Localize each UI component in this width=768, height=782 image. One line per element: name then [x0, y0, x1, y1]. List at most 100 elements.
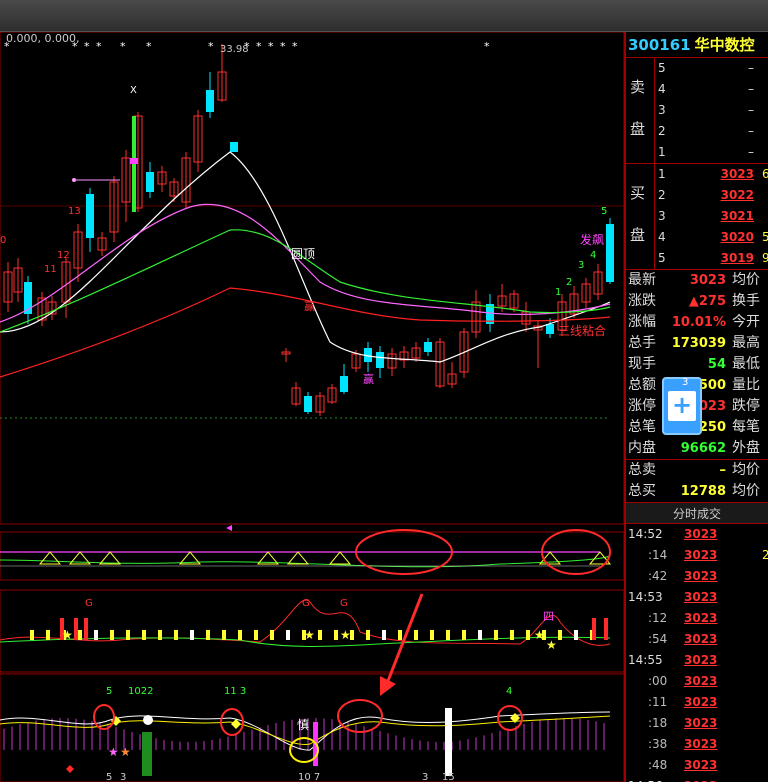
timesales-row[interactable]: 14:55 3023 [626, 650, 768, 671]
timesales-row[interactable]: :18 3023 [626, 713, 768, 734]
sell-row[interactable]: 5– [658, 58, 768, 79]
stat-label-2: 跌停 [732, 398, 760, 414]
buy-row[interactable]: 1 3023 68 [658, 164, 768, 185]
sub2-star: ★ [304, 628, 315, 642]
sub3-label-g: 10 7 [298, 772, 320, 782]
timesales-row[interactable]: :00 3023 [626, 671, 768, 692]
trade-time: :42 [648, 569, 668, 583]
stat-label: 最新 [628, 272, 656, 288]
candle-body-down [340, 376, 348, 392]
mobile-add-widget[interactable]: 3 + [662, 377, 702, 435]
total-row: 总买 12788 均价 [626, 481, 768, 502]
sub2-bar [366, 630, 370, 640]
stat-label-2: 量比 [732, 377, 760, 393]
timesales-row[interactable]: 14:56 3023 [626, 776, 768, 782]
stock-title[interactable]: 300161 华中数控 [626, 32, 768, 58]
fabiao-label: 发飙 [580, 232, 604, 247]
stat-value: 54 [707, 357, 726, 372]
timesales-row[interactable]: :14 3023 2 [626, 545, 768, 566]
candle [447, 362, 457, 388]
buy-row[interactable]: 3 3021 [658, 206, 768, 227]
num-label-13: 13 [68, 206, 81, 217]
trade-time: :11 [648, 695, 668, 709]
sub2-bar [94, 630, 98, 640]
timesales-row[interactable]: 14:53 3023 [626, 587, 768, 608]
sub3-label-f: 3 [120, 772, 126, 782]
trade-time: 14:56 [628, 776, 663, 782]
sell-row[interactable]: 1– [658, 142, 768, 163]
volume: 68 [762, 167, 768, 181]
sell-orderbook: 卖 盘 5–4–3–2–1– [626, 58, 768, 164]
high-price-label: 33.98 [220, 44, 249, 55]
star-mark: * [292, 40, 298, 53]
chart-area[interactable]: 0.000, 0.000, * * * * * * * * * * * * * ★ ★ ★ ★ ★ ★ ★ 圆顶 … [0, 31, 625, 782]
stat-label-2: 最低 [732, 356, 760, 372]
sell-row[interactable]: 4– [658, 79, 768, 100]
sub2-bar [30, 630, 34, 640]
trade-time: :38 [648, 737, 668, 751]
sub1-triangle [328, 551, 352, 565]
widget-badge: 3 [682, 377, 689, 388]
trade-price: 3023 [684, 653, 718, 667]
candle-body-down [206, 90, 214, 112]
toolbar [0, 0, 768, 32]
timesales-row[interactable]: 14:52 3023 [626, 524, 768, 545]
timesales-list[interactable]: 14:52 3023:14 3023 2:42 3023 14:53 3023:12 3023… [626, 524, 768, 782]
g-label-1: G [85, 598, 93, 609]
sub2-bar [190, 630, 194, 640]
trade-price: 3023 [684, 590, 718, 604]
total-row: 总卖 – 均价 [626, 460, 768, 481]
stat-label-2: 外盘 [732, 440, 760, 456]
trade-price: 3023 [684, 716, 718, 730]
candle-body-down [146, 172, 154, 192]
candle [569, 286, 579, 318]
sub2-bar [174, 630, 178, 640]
sell-row[interactable]: 3– [658, 100, 768, 121]
ma-lines-group [0, 151, 611, 378]
timesales-row[interactable]: :48 3023 [626, 755, 768, 776]
stat-row: 涨幅 10.01% 今开 [626, 312, 768, 333]
stat-label: 现手 [628, 356, 656, 372]
candles-group: * * * * * * * * * * * * * [3, 40, 614, 416]
trade-price: 3023 [684, 737, 718, 751]
candle [327, 384, 337, 404]
stat-label-2: 最高 [732, 335, 760, 351]
trade-price: 3023 [684, 569, 718, 583]
buy-row[interactable]: 2 3022 [658, 185, 768, 206]
trade-time: 14:55 [628, 653, 663, 667]
level: 1 [658, 167, 666, 181]
trade-price: 3023 [684, 632, 718, 646]
sub2-bar [126, 630, 130, 640]
timesales-row[interactable]: :54 3023 [626, 629, 768, 650]
sub2-bar [318, 630, 322, 640]
star-mark: * [208, 40, 214, 53]
sub2-red-bar [592, 618, 596, 640]
sub2-bar [398, 630, 402, 640]
shen-label: 慎 [297, 718, 309, 732]
sub2-bar [526, 630, 530, 640]
stat-label: 总手 [628, 335, 656, 351]
kline-chart[interactable]: 0.000, 0.000, * * * * * * * * * * * * * ★ ★ ★ ★★ ★ ★ 圆顶 … [0, 31, 625, 782]
sub2-star: ★ [546, 638, 557, 652]
timesales-row[interactable]: :12 3023 [626, 608, 768, 629]
sell-row[interactable]: 2– [658, 121, 768, 142]
timesales-row[interactable]: :42 3023 [626, 566, 768, 587]
buy-row[interactable]: 5 3019 9 [658, 248, 768, 269]
timesales-row[interactable]: :38 3023 [626, 734, 768, 755]
candle [521, 302, 531, 332]
candle [471, 290, 481, 338]
candle-body-down [606, 224, 614, 282]
buy-row[interactable]: 4 3020 5 [658, 227, 768, 248]
num-label-12: 12 [57, 250, 70, 261]
timesales-row[interactable]: :11 3023 [626, 692, 768, 713]
sub2-bar [158, 630, 162, 640]
sub2-bar [46, 630, 50, 640]
sub1-line-green [0, 555, 611, 568]
stat-label-2: 每笔 [732, 419, 760, 435]
sell-label-1: 卖 [630, 78, 646, 96]
price: – [748, 61, 754, 75]
candle [581, 278, 591, 308]
level: 2 [658, 124, 666, 138]
candle-body-down [86, 194, 94, 238]
timesales-header[interactable]: 分时成交 [626, 502, 768, 524]
